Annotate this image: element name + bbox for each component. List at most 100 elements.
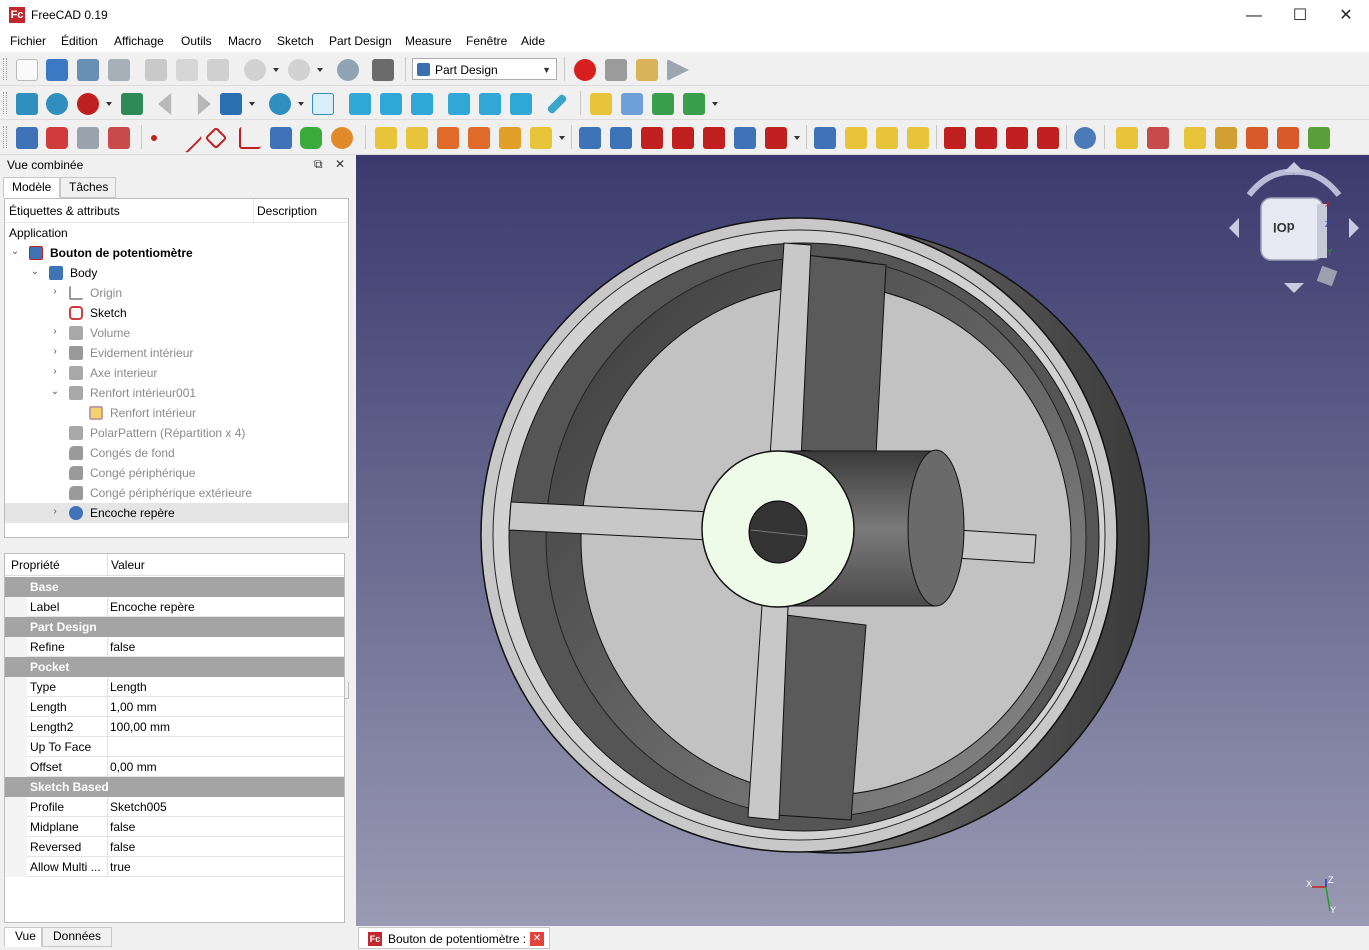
create-sketch-icon[interactable] bbox=[46, 127, 68, 149]
sketcher-select-conflicts-icon[interactable] bbox=[1215, 127, 1237, 149]
tree-row-evidement-interieur[interactable]: › Evidement intérieur bbox=[5, 343, 348, 363]
undo-icon[interactable] bbox=[244, 59, 266, 81]
3d-viewport[interactable]: dOl X Y Z X Z Y bbox=[356, 155, 1369, 926]
chevron-down-icon[interactable]: ⌄ bbox=[30, 266, 40, 277]
whats-this-icon[interactable] bbox=[372, 59, 394, 81]
chevron-down-icon[interactable]: ⌄ bbox=[10, 246, 20, 257]
toolbar-grip[interactable] bbox=[3, 92, 7, 114]
datum-plane-icon[interactable] bbox=[204, 126, 228, 150]
boolean-icon[interactable] bbox=[1074, 127, 1096, 149]
top-view-icon[interactable] bbox=[380, 93, 402, 115]
menu-fenetre[interactable]: Fenêtre bbox=[466, 34, 507, 48]
fillet-icon[interactable] bbox=[944, 127, 966, 149]
prop-row-reversed[interactable]: Reversed false bbox=[5, 837, 344, 857]
column-divider[interactable] bbox=[107, 554, 108, 576]
shape-binder-icon[interactable] bbox=[108, 127, 130, 149]
tree-row-encoche-repere[interactable]: › Encoche repère bbox=[5, 503, 348, 523]
prop-group-pocket[interactable]: Pocket bbox=[5, 657, 344, 677]
prop-value[interactable]: 0,00 mm bbox=[110, 760, 157, 774]
prop-row-offset[interactable]: Offset 0,00 mm bbox=[5, 757, 344, 777]
menu-affichage[interactable]: Affichage bbox=[114, 34, 164, 48]
forward-arrow-icon[interactable] bbox=[197, 93, 211, 115]
save-as-icon[interactable] bbox=[108, 59, 130, 81]
tree-row-conge-peripherique-exterieure[interactable]: Congé périphérique extérieure bbox=[5, 483, 348, 503]
linear-pattern-icon[interactable] bbox=[845, 127, 867, 149]
create-group-icon[interactable] bbox=[621, 93, 643, 115]
tree-row-volume[interactable]: › Volume bbox=[5, 323, 348, 343]
workbench-selector[interactable]: Part Design ▼ bbox=[412, 58, 557, 80]
sync-view-icon[interactable] bbox=[220, 93, 242, 115]
prop-value[interactable]: false bbox=[110, 840, 135, 854]
sync-view-dropdown-arrow[interactable] bbox=[249, 102, 255, 106]
prop-row-midplane[interactable]: Midplane false bbox=[5, 817, 344, 837]
sketcher-select-elements-icon[interactable] bbox=[1308, 127, 1330, 149]
tree-row-sketch[interactable]: Sketch bbox=[5, 303, 348, 323]
menu-fichier[interactable]: Fichier bbox=[10, 34, 46, 48]
navigation-cube[interactable]: dOl X Y Z bbox=[1229, 160, 1359, 300]
create-part-icon[interactable] bbox=[590, 93, 612, 115]
subshape-binder-icon[interactable] bbox=[300, 127, 322, 149]
prop-group-base[interactable]: Base bbox=[5, 577, 344, 597]
isometric-view-icon[interactable] bbox=[312, 93, 334, 115]
chevron-right-icon[interactable]: › bbox=[50, 326, 60, 337]
prop-row-type[interactable]: Type Length bbox=[5, 677, 344, 697]
selected-hub-face[interactable] bbox=[701, 450, 855, 608]
record-macro-icon[interactable] bbox=[574, 59, 596, 81]
back-arrow-icon[interactable] bbox=[158, 93, 172, 115]
revolution-icon[interactable] bbox=[406, 127, 428, 149]
run-macro-icon[interactable] bbox=[667, 59, 689, 81]
3d-model-render[interactable] bbox=[356, 155, 1369, 926]
chevron-right-icon[interactable]: › bbox=[50, 506, 60, 517]
additive-pipe-icon[interactable] bbox=[468, 127, 490, 149]
datum-point-icon[interactable] bbox=[151, 135, 157, 141]
menu-aide[interactable]: Aide bbox=[521, 34, 545, 48]
bottom-view-icon[interactable] bbox=[479, 93, 501, 115]
left-view-icon[interactable] bbox=[510, 93, 532, 115]
tab-vue[interactable]: Vue bbox=[4, 927, 42, 947]
tab-modele[interactable]: Modèle bbox=[3, 177, 60, 198]
tree-row-document[interactable]: ⌄ Bouton de potentiomètre bbox=[5, 243, 348, 263]
make-link-icon[interactable] bbox=[652, 93, 674, 115]
close-tab-icon[interactable]: ✕ bbox=[530, 932, 544, 946]
draw-style-icon[interactable] bbox=[77, 93, 99, 115]
zoom-icon[interactable] bbox=[269, 93, 291, 115]
fit-all-icon[interactable] bbox=[16, 93, 38, 115]
tree-row-conge-peripherique[interactable]: Congé périphérique bbox=[5, 463, 348, 483]
prop-value[interactable]: false bbox=[110, 640, 135, 654]
subtractive-loft-icon[interactable] bbox=[672, 127, 694, 149]
tree-row-axe-interieur[interactable]: › Axe interieur bbox=[5, 363, 348, 383]
tree-row-renfort-interieur001[interactable]: ⌄ Renfort intérieur001 bbox=[5, 383, 348, 403]
prop-row-label[interactable]: Label Encoche repère bbox=[5, 597, 344, 617]
toolbar-grip[interactable] bbox=[3, 126, 7, 148]
datum-line-icon[interactable] bbox=[171, 122, 203, 154]
tab-donnees[interactable]: Données bbox=[42, 927, 112, 947]
menu-outils[interactable]: Outils bbox=[181, 34, 212, 48]
zoom-dropdown-arrow[interactable] bbox=[298, 102, 304, 106]
subtractive-helix-icon[interactable] bbox=[734, 127, 756, 149]
sketcher-select-malformed-icon[interactable] bbox=[1277, 127, 1299, 149]
menu-measure[interactable]: Measure bbox=[405, 34, 452, 48]
prop-value[interactable]: 1,00 mm bbox=[110, 700, 157, 714]
fit-selection-icon[interactable] bbox=[46, 93, 68, 115]
validate-sketch-icon[interactable] bbox=[77, 127, 99, 149]
save-icon[interactable] bbox=[77, 59, 99, 81]
polar-pattern-icon[interactable] bbox=[876, 127, 898, 149]
multi-transform-icon[interactable] bbox=[907, 127, 929, 149]
groove-icon[interactable] bbox=[641, 127, 663, 149]
tree-row-conges-de-fond[interactable]: Congés de fond bbox=[5, 443, 348, 463]
prop-row-refine[interactable]: Refine false bbox=[5, 637, 344, 657]
sketcher-validate-icon[interactable] bbox=[1147, 127, 1169, 149]
new-document-icon[interactable] bbox=[16, 59, 38, 81]
sketcher-view-section-icon[interactable] bbox=[1116, 127, 1138, 149]
close-window-button[interactable]: ✕ bbox=[1323, 0, 1369, 31]
prop-group-sketch-based[interactable]: Sketch Based bbox=[5, 777, 344, 797]
tree-row-application[interactable]: Application bbox=[5, 223, 348, 243]
prop-row-profile[interactable]: Profile Sketch005 bbox=[5, 797, 344, 817]
open-icon[interactable] bbox=[46, 59, 68, 81]
prop-row-up-to-face[interactable]: Up To Face bbox=[5, 737, 344, 757]
prop-value[interactable]: false bbox=[110, 820, 135, 834]
sketcher-select-redundant-icon[interactable] bbox=[1246, 127, 1268, 149]
bounding-box-icon[interactable] bbox=[121, 93, 143, 115]
sketcher-select-constraints-icon[interactable] bbox=[1184, 127, 1206, 149]
tree-row-renfort-interieur[interactable]: Renfort intérieur bbox=[5, 403, 348, 423]
